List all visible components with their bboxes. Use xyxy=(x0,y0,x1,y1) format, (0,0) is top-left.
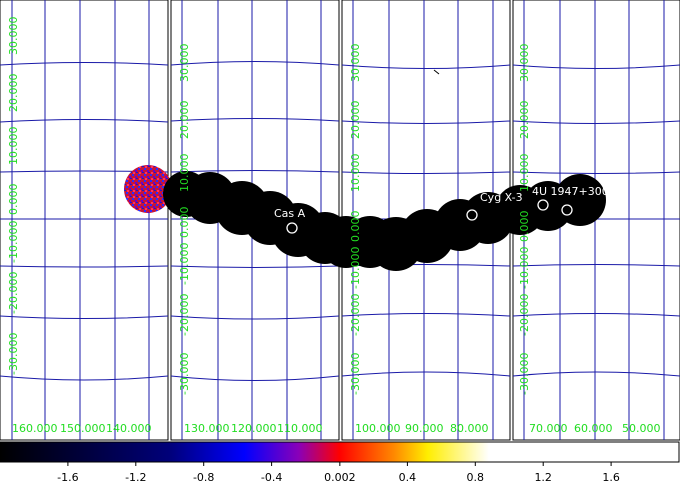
lat-label: 0.000 xyxy=(178,207,191,239)
lat-label: -30.000 xyxy=(7,333,20,375)
lat-label: 0.000 xyxy=(518,211,531,243)
lat-label: 30.000 xyxy=(349,44,362,83)
lon-label: 100.000 xyxy=(355,422,401,435)
lat-label: -30.000 xyxy=(518,353,531,395)
lon-label: 50.000 xyxy=(622,422,661,435)
colorbar-tick-label: 0.8 xyxy=(467,471,485,484)
lat-label: -30.000 xyxy=(349,353,362,395)
lon-label: 160.000 xyxy=(12,422,58,435)
lat-label: -10.000 xyxy=(518,247,531,289)
lat-label: 10.000 xyxy=(518,154,531,193)
lat-label: 0.000 xyxy=(7,184,20,216)
lat-label: 30.000 xyxy=(518,44,531,83)
lon-label: 110.000 xyxy=(277,422,323,435)
colorbar-tick-label: -1.6 xyxy=(57,471,78,484)
lat-label: -20.000 xyxy=(7,272,20,314)
lat-label: -30.000 xyxy=(178,353,191,395)
colorbar-tick-label: 0.002 xyxy=(324,471,356,484)
lat-label: 10.000 xyxy=(178,154,191,193)
source-label-cyg-x3: Cyg X-3 xyxy=(480,191,523,204)
lat-label: 0.000 xyxy=(349,211,362,243)
lat-label: -10.000 xyxy=(7,221,20,263)
colorbar[interactable]: -1.6 -1.2 -0.8 -0.4 0.002 0.4 0.8 1.2 1.6 xyxy=(0,441,680,488)
lon-label: 150.000 xyxy=(60,422,106,435)
lat-label: 20.000 xyxy=(178,101,191,140)
colorbar-gradient[interactable] xyxy=(0,441,680,463)
lat-label: -20.000 xyxy=(518,294,531,336)
lat-label: 30.000 xyxy=(178,44,191,83)
lat-label: 20.000 xyxy=(7,74,20,113)
lon-label: 120.000 xyxy=(231,422,277,435)
lat-label: 20.000 xyxy=(349,101,362,140)
colorbar-tick-label: -0.8 xyxy=(193,471,214,484)
lon-label: 80.000 xyxy=(450,422,489,435)
lon-label: 140.000 xyxy=(106,422,152,435)
map-panel-1[interactable] xyxy=(0,0,169,441)
colorbar-tick-label: 0.4 xyxy=(399,471,417,484)
lat-label: -10.000 xyxy=(349,247,362,289)
lat-label: 30.000 xyxy=(7,17,20,56)
lat-label: 10.000 xyxy=(349,154,362,193)
lon-label: 70.000 xyxy=(529,422,568,435)
lat-label: 10.000 xyxy=(7,127,20,166)
sky-map[interactable]: 30.000 20.000 10.000 0.000 -10.000 -20.0… xyxy=(0,0,680,441)
colorbar-tick-label: -0.4 xyxy=(261,471,282,484)
colorbar-tick-label: 1.2 xyxy=(534,471,552,484)
lon-label: 60.000 xyxy=(574,422,613,435)
colorbar-ticks: -1.6 -1.2 -0.8 -0.4 0.002 0.4 0.8 1.2 1.6 xyxy=(57,462,620,484)
colorbar-tick-label: -1.2 xyxy=(125,471,146,484)
colorbar-tick-label: 1.6 xyxy=(602,471,620,484)
source-label-4u1947: 4U 1947+300 xyxy=(532,185,609,198)
lat-label: 20.000 xyxy=(518,101,531,140)
source-label-cas-a: Cas A xyxy=(274,207,306,220)
lat-label: -20.000 xyxy=(349,294,362,336)
lon-label: 90.000 xyxy=(405,422,444,435)
lat-label: -20.000 xyxy=(178,294,191,336)
lat-label: -10.000 xyxy=(178,243,191,285)
lon-label: 130.000 xyxy=(184,422,230,435)
